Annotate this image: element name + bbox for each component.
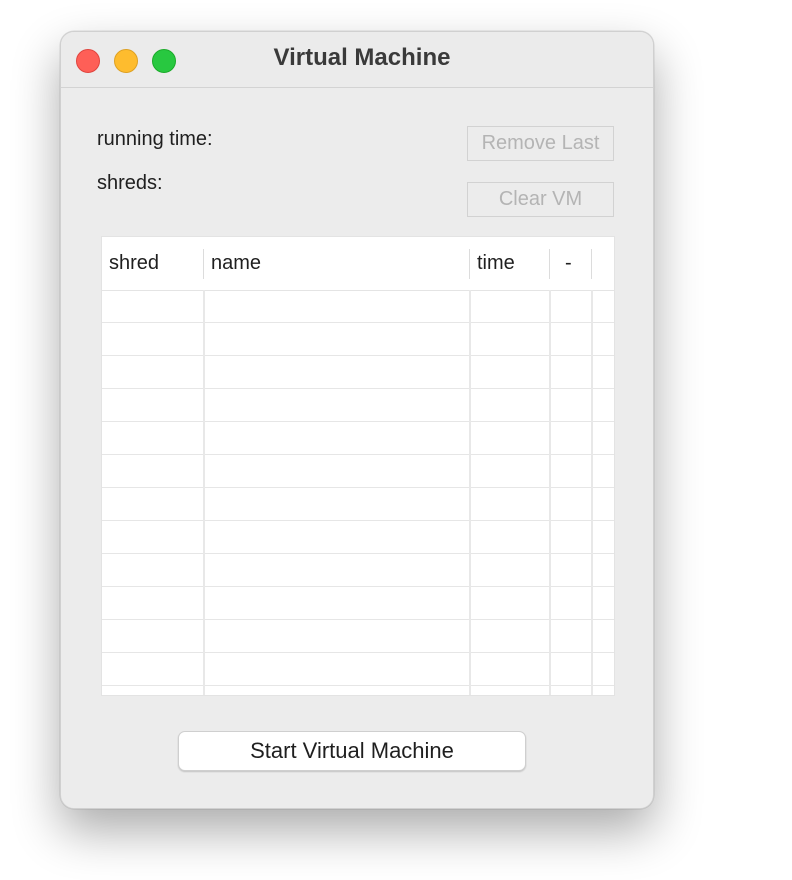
- table-row[interactable]: [102, 324, 614, 356]
- title-bar[interactable]: Virtual Machine: [61, 32, 653, 88]
- table-row[interactable]: [102, 555, 614, 587]
- table-row[interactable]: [102, 456, 614, 488]
- clear-vm-button[interactable]: Clear VM: [467, 182, 614, 217]
- remove-last-button[interactable]: Remove Last: [467, 126, 614, 161]
- table-header: shred name time -: [102, 237, 614, 291]
- column-gridline: [203, 290, 205, 695]
- table-row[interactable]: [102, 390, 614, 422]
- column-gridline: [591, 290, 593, 695]
- column-gridline: [469, 290, 471, 695]
- vm-window: Virtual Machine running time: shreds: Re…: [60, 31, 654, 809]
- column-header-time[interactable]: time: [477, 237, 515, 290]
- column-header-shred[interactable]: shred: [109, 237, 159, 290]
- table-row[interactable]: [102, 654, 614, 686]
- start-vm-button[interactable]: Start Virtual Machine: [178, 731, 526, 771]
- column-divider: [203, 249, 204, 279]
- table-row[interactable]: [102, 687, 614, 695]
- table-row[interactable]: [102, 357, 614, 389]
- column-divider: [549, 249, 550, 279]
- table-row[interactable]: [102, 522, 614, 554]
- table-row[interactable]: [102, 489, 614, 521]
- column-header-name[interactable]: name: [211, 237, 261, 290]
- shreds-table[interactable]: shred name time -: [101, 236, 615, 696]
- table-row[interactable]: [102, 291, 614, 323]
- column-divider: [469, 249, 470, 279]
- window-title: Virtual Machine: [273, 44, 451, 71]
- running-time-label: running time:: [97, 128, 213, 150]
- table-row[interactable]: [102, 588, 614, 620]
- column-divider: [591, 249, 592, 279]
- shreds-label: shreds:: [97, 172, 163, 194]
- table-row[interactable]: [102, 423, 614, 455]
- table-row[interactable]: [102, 621, 614, 653]
- column-header-remove[interactable]: -: [565, 237, 572, 290]
- column-gridline: [549, 290, 551, 695]
